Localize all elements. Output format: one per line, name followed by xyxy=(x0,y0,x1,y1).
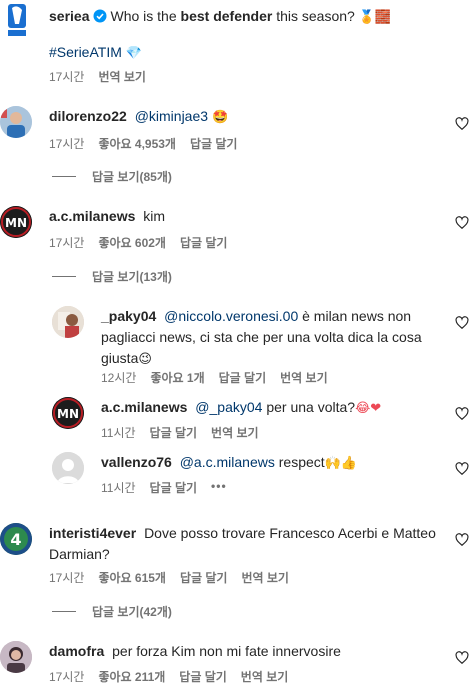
comment-time: 17시간 xyxy=(49,571,85,585)
heart-icon[interactable] xyxy=(455,407,469,421)
star-struck-emoji: 🤩 xyxy=(211,110,229,125)
avatar[interactable]: MN xyxy=(0,206,32,238)
comment-time: 17시간 xyxy=(49,670,85,684)
profile-photo-icon xyxy=(0,106,32,138)
svg-text:MN: MN xyxy=(57,407,79,421)
avatar[interactable] xyxy=(52,306,84,338)
avatar[interactable] xyxy=(0,106,32,138)
reply-button[interactable]: 답글 달기 xyxy=(180,234,228,251)
comment-text: respect xyxy=(274,454,325,470)
comment-time: 11시간 xyxy=(101,481,136,495)
reply-button[interactable]: 답글 달기 xyxy=(219,369,267,386)
svg-text:4: 4 xyxy=(10,530,21,549)
comment-time: 17시간 xyxy=(49,70,85,84)
comment-text: per forza Kim non mi fate innervosire xyxy=(112,643,341,659)
milan-news-logo-icon: MN xyxy=(52,397,84,429)
inter-fan-logo-icon: 4 xyxy=(0,523,32,555)
likes-count[interactable]: 좋아요 4,953개 xyxy=(98,135,176,152)
serie-a-logo-icon xyxy=(8,4,26,36)
comment-text: Who is the xyxy=(110,8,181,24)
username[interactable]: a.c.milanews xyxy=(101,399,187,415)
comment-text: per una volta? xyxy=(262,399,356,415)
likes-count[interactable]: 좋아요 211개 xyxy=(98,668,165,685)
reply-button[interactable]: 답글 달기 xyxy=(150,479,198,496)
view-replies-button[interactable]: 답글 보기(13개) xyxy=(52,268,172,285)
mention-link[interactable]: @niccolo.veronesi.00 xyxy=(164,308,298,324)
comment-text-post: this season? xyxy=(272,8,359,24)
comment-bold-text: best defender xyxy=(180,8,273,24)
comment-text-line2: Darmian? xyxy=(49,546,110,562)
translate-button[interactable]: 번역 보기 xyxy=(98,68,146,85)
likes-count[interactable]: 좋아요 615개 xyxy=(98,569,166,586)
heart-icon[interactable] xyxy=(455,216,469,230)
heart-icon[interactable] xyxy=(455,651,469,665)
translate-button[interactable]: 번역 보기 xyxy=(211,424,259,441)
reply-button[interactable]: 답글 달기 xyxy=(179,668,227,685)
default-avatar-icon xyxy=(52,452,84,484)
avatar[interactable] xyxy=(2,4,32,38)
view-replies-label[interactable]: 답글 보기(42개) xyxy=(92,603,172,620)
likes-count[interactable]: 좋아요 602개 xyxy=(98,234,166,251)
verified-badge-icon xyxy=(93,9,107,23)
mention-link[interactable]: @kiminjae3 xyxy=(135,108,208,124)
avatar[interactable] xyxy=(0,641,32,673)
username[interactable]: a.c.milanews xyxy=(49,208,135,224)
heart-icon[interactable] xyxy=(455,462,469,476)
comment-text-line2: pagliacci news, ci sta che per una volta… xyxy=(101,329,422,345)
heart-icon[interactable] xyxy=(455,316,469,330)
mention-link[interactable]: @a.c.milanews xyxy=(180,454,275,470)
heart-icon[interactable] xyxy=(455,117,469,131)
mention-link[interactable]: @_paky04 xyxy=(195,399,262,415)
replies-divider xyxy=(52,276,76,277)
username[interactable]: dilorenzo22 xyxy=(49,108,127,124)
heart-icon[interactable] xyxy=(455,533,469,547)
praise-thumbs-emoji: 🙌👍 xyxy=(324,456,358,471)
view-replies-button[interactable]: 답글 보기(42개) xyxy=(52,603,172,620)
view-replies-label[interactable]: 답글 보기(85개) xyxy=(92,168,172,185)
comment-time: 17시간 xyxy=(49,137,85,151)
view-replies-label[interactable]: 답글 보기(13개) xyxy=(92,268,172,285)
avatar[interactable]: MN xyxy=(52,397,84,429)
username[interactable]: seriea xyxy=(49,8,89,24)
gem-emoji: 💎 xyxy=(125,46,142,61)
avatar[interactable]: 4 xyxy=(0,523,32,555)
reply-button[interactable]: 답글 달기 xyxy=(150,424,198,441)
username[interactable]: _paky04 xyxy=(101,308,156,324)
translate-button[interactable]: 번역 보기 xyxy=(241,668,289,685)
profile-photo-icon xyxy=(52,306,84,338)
replies-divider xyxy=(52,176,76,177)
svg-text:MN: MN xyxy=(5,216,27,230)
reply-button[interactable]: 답글 달기 xyxy=(180,569,228,586)
comment-text-line1: Dove posso trovare Francesco Acerbi e Ma… xyxy=(144,525,436,541)
medal-brick-emoji: 🏅🧱 xyxy=(358,10,392,25)
more-options-icon[interactable]: ••• xyxy=(211,479,227,496)
wink-emoji: 😉 xyxy=(138,352,152,367)
translate-button[interactable]: 번역 보기 xyxy=(241,569,289,586)
replies-divider xyxy=(52,611,76,612)
laugh-heart-emoji: 😂❤ xyxy=(355,401,382,416)
username[interactable]: interisti4ever xyxy=(49,525,136,541)
comment-text-line1: è milan news non xyxy=(298,308,412,324)
comment-text-line3: giusta xyxy=(101,350,139,366)
view-replies-button[interactable]: 답글 보기(85개) xyxy=(52,168,172,185)
comment-text: kim xyxy=(143,208,166,224)
avatar[interactable] xyxy=(52,452,84,484)
hashtag-link[interactable]: #SerieATIM xyxy=(49,44,122,60)
username[interactable]: vallenzo76 xyxy=(101,454,172,470)
reply-button[interactable]: 답글 달기 xyxy=(190,135,238,152)
likes-count[interactable]: 좋아요 1개 xyxy=(150,369,204,386)
milan-news-logo-icon: MN xyxy=(0,206,32,238)
profile-photo-icon xyxy=(0,641,32,673)
translate-button[interactable]: 번역 보기 xyxy=(280,369,328,386)
username[interactable]: damofra xyxy=(49,643,104,659)
comment-time: 11시간 xyxy=(101,426,136,440)
comment-time: 17시간 xyxy=(49,236,85,250)
comment-time: 12시간 xyxy=(101,371,137,385)
